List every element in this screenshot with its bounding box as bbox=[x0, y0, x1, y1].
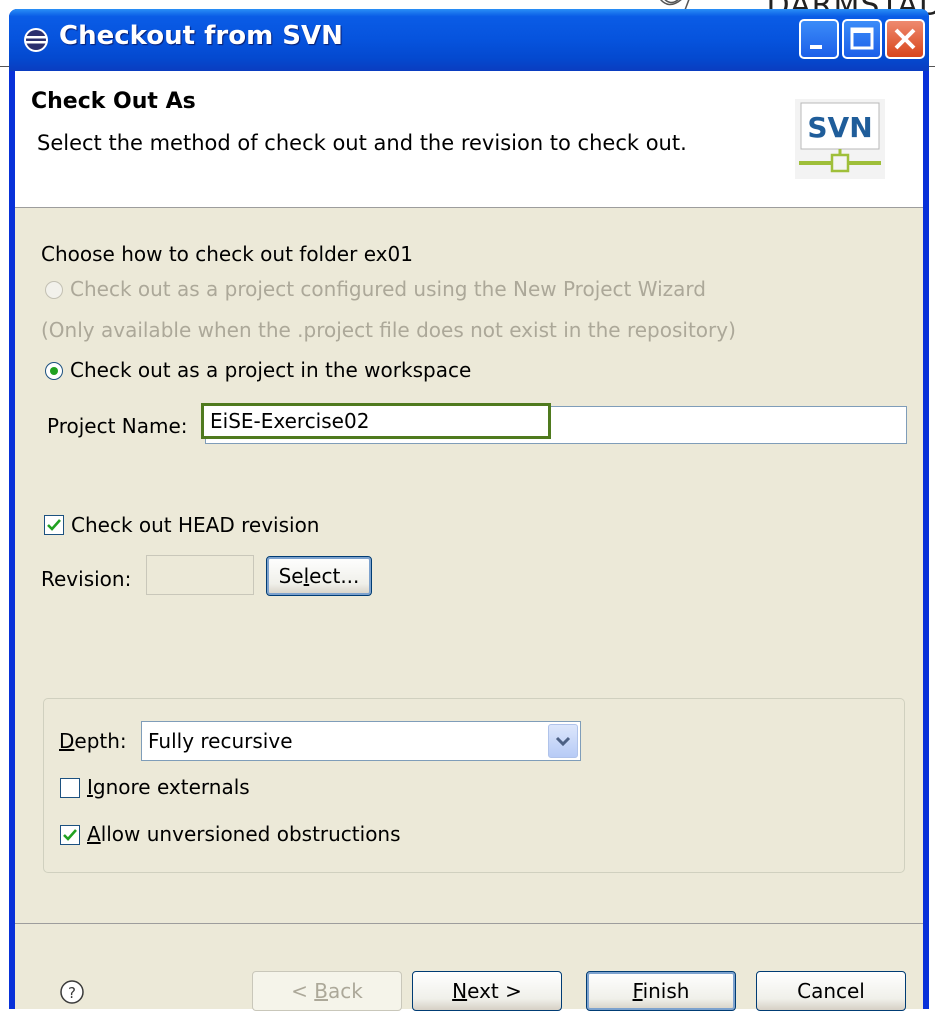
wizard-body: Choose how to check out folder ex01 Chec… bbox=[15, 208, 923, 1011]
finish-button[interactable]: Finish bbox=[586, 971, 736, 1011]
svn-logo-icon: SVN bbox=[795, 99, 885, 179]
depth-label: Depth: bbox=[59, 729, 127, 753]
dropdown-button[interactable] bbox=[548, 724, 578, 758]
checkmark-icon bbox=[47, 519, 61, 531]
allow-unversioned-label: Allow unversioned obstructions bbox=[87, 822, 401, 846]
maximize-button[interactable] bbox=[842, 19, 882, 59]
title-bar[interactable]: Checkout from SVN bbox=[9, 9, 929, 71]
help-icon[interactable]: ? bbox=[59, 979, 85, 1005]
button-bar-separator bbox=[15, 923, 923, 924]
back-button[interactable]: < Back bbox=[252, 971, 402, 1011]
wizard-note: (Only available when the .project file d… bbox=[41, 318, 736, 342]
page-title: Check Out As bbox=[31, 89, 196, 114]
eclipse-icon bbox=[24, 28, 48, 52]
ignore-externals-checkbox[interactable] bbox=[60, 778, 80, 798]
ignore-externals-label: Ignore externals bbox=[87, 775, 250, 799]
chevron-down-icon bbox=[555, 736, 571, 747]
page-description: Select the method of check out and the r… bbox=[37, 131, 687, 155]
select-revision-button[interactable]: Select... bbox=[266, 556, 372, 596]
svg-text:?: ? bbox=[68, 984, 76, 1002]
checkmark-icon bbox=[63, 829, 77, 841]
revision-label: Revision: bbox=[41, 567, 132, 591]
close-icon bbox=[894, 28, 916, 50]
dialog-client-area: Check Out As Select the method of check … bbox=[15, 71, 923, 1011]
wizard-header: Check Out As Select the method of check … bbox=[15, 71, 923, 208]
maximize-icon bbox=[850, 27, 874, 50]
allow-unversioned-checkbox[interactable] bbox=[60, 825, 80, 845]
window-title: Checkout from SVN bbox=[59, 21, 343, 51]
head-revision-checkbox[interactable] bbox=[44, 515, 64, 535]
close-button[interactable] bbox=[885, 19, 925, 59]
project-name-label: Project Name: bbox=[47, 414, 188, 438]
minimize-icon bbox=[810, 45, 822, 49]
checkout-method-label: Choose how to check out folder ex01 bbox=[41, 242, 413, 266]
radio-workspace[interactable] bbox=[45, 362, 63, 380]
minimize-button[interactable] bbox=[799, 19, 839, 59]
next-button[interactable]: Next > bbox=[412, 971, 562, 1011]
radio-wizard[interactable] bbox=[45, 281, 63, 299]
head-revision-label: Check out HEAD revision bbox=[71, 513, 320, 537]
svg-text:SVN: SVN bbox=[807, 111, 872, 144]
revision-input[interactable] bbox=[146, 555, 254, 595]
depth-select[interactable]: Fully recursive bbox=[141, 721, 581, 761]
checkout-dialog: Checkout from SVN Check Out As Select th… bbox=[9, 9, 929, 1011]
radio-workspace-label: Check out as a project in the workspace bbox=[70, 358, 472, 382]
cancel-button[interactable]: Cancel bbox=[756, 971, 906, 1011]
depth-value: Fully recursive bbox=[148, 729, 293, 753]
project-name-input[interactable]: EiSE-Exercise02 bbox=[201, 403, 551, 439]
radio-wizard-label: Check out as a project configured using … bbox=[70, 277, 706, 301]
